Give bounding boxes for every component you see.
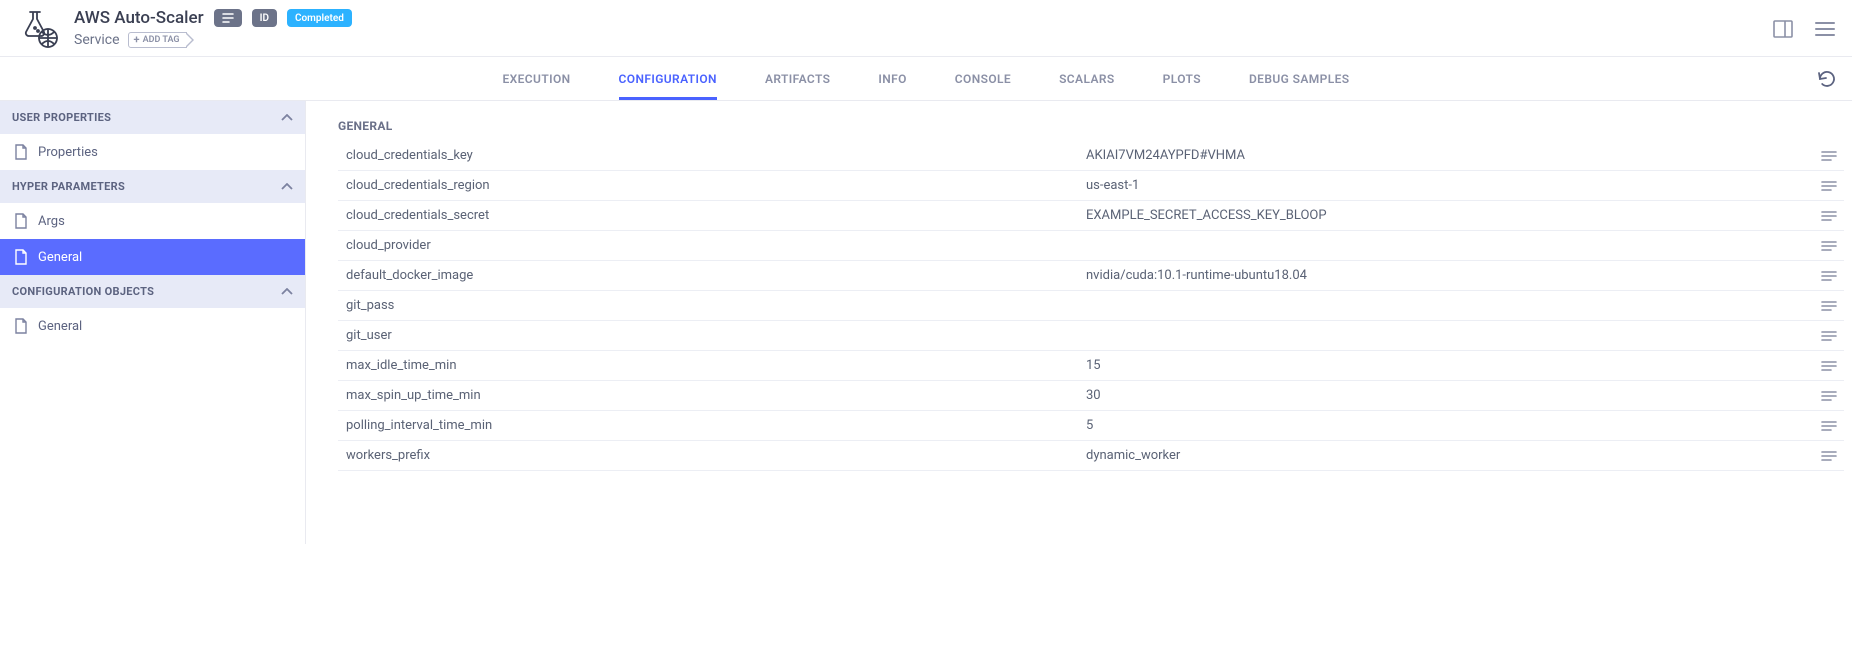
sidebar-item-label: Args <box>38 214 65 229</box>
param-table: cloud_credentials_keyAKIAI7VM24AYPFD#VHM… <box>338 141 1844 471</box>
param-row[interactable]: polling_interval_time_min5 <box>338 411 1844 441</box>
row-menu-icon[interactable] <box>1818 420 1840 432</box>
param-key: git_user <box>346 328 1086 343</box>
id-chip[interactable]: ID <box>252 9 277 27</box>
status-chip: Completed <box>287 9 352 27</box>
param-key: cloud_provider <box>346 238 1086 253</box>
param-key: polling_interval_time_min <box>346 418 1086 433</box>
tab-artifacts[interactable]: ARTIFACTS <box>765 57 830 100</box>
content-panel: GENERAL cloud_credentials_keyAKIAI7VM24A… <box>306 101 1852 544</box>
param-key: cloud_credentials_region <box>346 178 1086 193</box>
param-row[interactable]: cloud_credentials_secretEXAMPLE_SECRET_A… <box>338 201 1844 231</box>
param-key: default_docker_image <box>346 268 1086 283</box>
row-menu-icon[interactable] <box>1818 180 1840 192</box>
section-label: HYPER PARAMETERS <box>12 180 125 193</box>
param-row[interactable]: workers_prefixdynamic_worker <box>338 441 1844 471</box>
add-tag-button[interactable]: + ADD TAG <box>128 32 187 48</box>
param-row[interactable]: max_spin_up_time_min30 <box>338 381 1844 411</box>
param-key: workers_prefix <box>346 448 1086 463</box>
row-menu-icon[interactable] <box>1818 240 1840 252</box>
description-chip-icon[interactable] <box>214 9 242 27</box>
tab-debug-samples[interactable]: DEBUG SAMPLES <box>1249 57 1350 100</box>
page-header: AWS Auto-Scaler ID Completed Service + A… <box>0 0 1852 57</box>
tab-execution[interactable]: EXECUTION <box>502 57 570 100</box>
tab-configuration[interactable]: CONFIGURATION <box>619 57 717 100</box>
param-row[interactable]: cloud_credentials_keyAKIAI7VM24AYPFD#VHM… <box>338 141 1844 171</box>
param-key: cloud_credentials_secret <box>346 208 1086 223</box>
param-key: max_spin_up_time_min <box>346 388 1086 403</box>
param-row[interactable]: git_user <box>338 321 1844 351</box>
sidebar-item-config-general[interactable]: General <box>0 308 305 344</box>
param-row[interactable]: default_docker_imagenvidia/cuda:10.1-run… <box>338 261 1844 291</box>
tab-scalars[interactable]: SCALARS <box>1059 57 1115 100</box>
chevron-up-icon <box>281 183 293 191</box>
refresh-icon[interactable] <box>1816 68 1838 90</box>
param-value: EXAMPLE_SECRET_ACCESS_KEY_BLOOP <box>1086 208 1818 223</box>
param-row[interactable]: cloud_credentials_regionus-east-1 <box>338 171 1844 201</box>
section-label: USER PROPERTIES <box>12 111 111 124</box>
param-value: dynamic_worker <box>1086 448 1818 463</box>
param-value: nvidia/cuda:10.1-runtime-ubuntu18.04 <box>1086 268 1818 283</box>
param-row[interactable]: cloud_provider <box>338 231 1844 261</box>
row-menu-icon[interactable] <box>1818 450 1840 462</box>
chevron-up-icon <box>281 114 293 122</box>
page-title: AWS Auto-Scaler <box>74 8 204 28</box>
section-hyper-parameters[interactable]: HYPER PARAMETERS <box>0 170 305 203</box>
param-value: 15 <box>1086 358 1818 373</box>
row-menu-icon[interactable] <box>1818 210 1840 222</box>
chevron-up-icon <box>281 288 293 296</box>
config-sidebar: USER PROPERTIES Properties HYPER PARAMET… <box>0 101 306 544</box>
row-menu-icon[interactable] <box>1818 300 1840 312</box>
section-configuration-objects[interactable]: CONFIGURATION OBJECTS <box>0 275 305 308</box>
param-row[interactable]: git_pass <box>338 291 1844 321</box>
tab-info[interactable]: INFO <box>878 57 906 100</box>
sidebar-item-properties[interactable]: Properties <box>0 134 305 170</box>
tab-console[interactable]: CONSOLE <box>955 57 1011 100</box>
param-value: 30 <box>1086 388 1818 403</box>
row-menu-icon[interactable] <box>1818 330 1840 342</box>
project-logo <box>16 8 60 50</box>
add-tag-label: ADD TAG <box>143 35 180 45</box>
sidebar-item-general[interactable]: General <box>0 239 305 275</box>
sidebar-item-label: General <box>38 319 82 334</box>
sidebar-item-label: General <box>38 250 82 265</box>
page-subtitle: Service <box>74 32 120 48</box>
row-menu-icon[interactable] <box>1818 150 1840 162</box>
row-menu-icon[interactable] <box>1818 390 1840 402</box>
menu-icon[interactable] <box>1814 18 1836 40</box>
sidebar-item-label: Properties <box>38 145 98 160</box>
section-user-properties[interactable]: USER PROPERTIES <box>0 101 305 134</box>
param-key: cloud_credentials_key <box>346 148 1086 163</box>
param-key: max_idle_time_min <box>346 358 1086 373</box>
section-label: CONFIGURATION OBJECTS <box>12 285 154 298</box>
tab-bar: EXECUTION CONFIGURATION ARTIFACTS INFO CONSO… <box>0 57 1852 101</box>
param-value: us-east-1 <box>1086 178 1818 193</box>
param-key: git_pass <box>346 298 1086 313</box>
panel-layout-icon[interactable] <box>1772 18 1794 40</box>
row-menu-icon[interactable] <box>1818 360 1840 372</box>
param-value: AKIAI7VM24AYPFD#VHMA <box>1086 148 1818 163</box>
param-value: 5 <box>1086 418 1818 433</box>
content-heading: GENERAL <box>338 119 1844 133</box>
row-menu-icon[interactable] <box>1818 270 1840 282</box>
tab-plots[interactable]: PLOTS <box>1163 57 1201 100</box>
sidebar-item-args[interactable]: Args <box>0 203 305 239</box>
param-row[interactable]: max_idle_time_min15 <box>338 351 1844 381</box>
